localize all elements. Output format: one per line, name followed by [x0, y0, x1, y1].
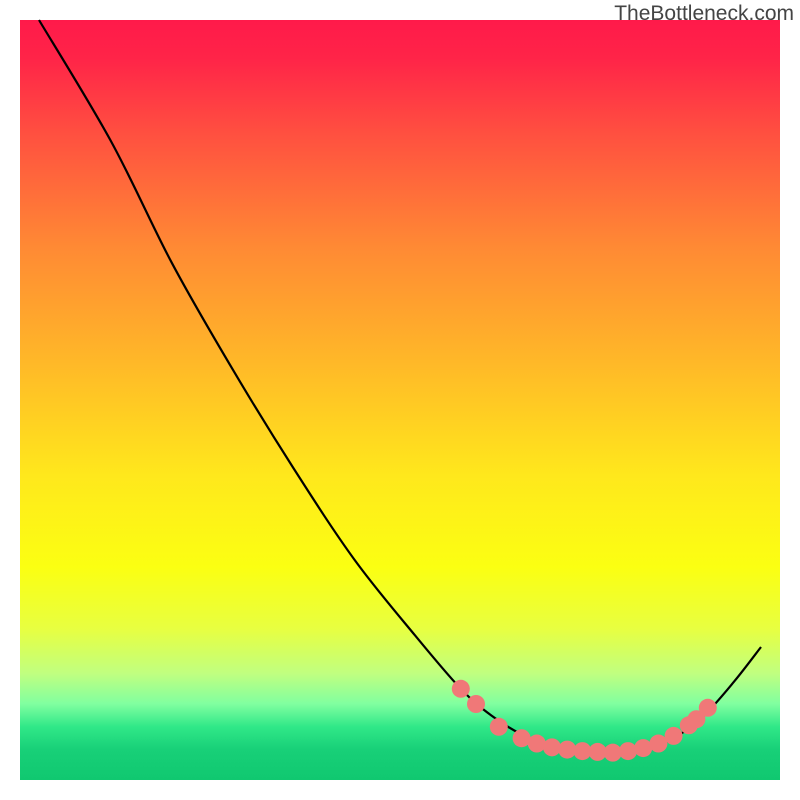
- data-point: [452, 680, 470, 698]
- gradient-background: [20, 20, 780, 780]
- data-point: [490, 718, 508, 736]
- chart-plot-area: [0, 0, 800, 800]
- watermark-label: TheBottleneck.com: [614, 2, 794, 26]
- bottleneck-chart: TheBottleneck.com: [0, 0, 800, 800]
- data-point: [699, 699, 717, 717]
- data-point: [619, 742, 637, 760]
- data-point: [665, 727, 683, 745]
- data-point: [634, 739, 652, 757]
- data-point: [467, 695, 485, 713]
- data-point: [558, 741, 576, 759]
- data-point: [528, 735, 546, 753]
- data-point: [543, 738, 561, 756]
- data-point: [604, 744, 622, 762]
